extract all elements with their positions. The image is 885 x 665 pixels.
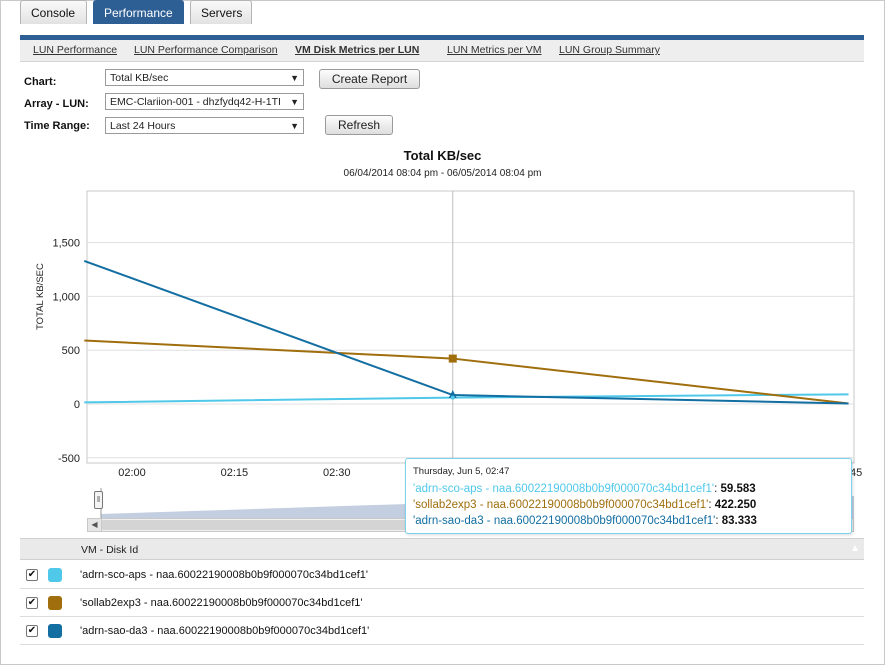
navigator-handle[interactable]: ‖	[94, 491, 103, 509]
legend-grid-header: VM - Disk Id ▲	[20, 538, 864, 560]
tooltip-row: 'adrn-sao-da3 - naa.60022190008b0b9f0000…	[413, 515, 757, 527]
checkmark-icon: ✔	[27, 569, 37, 580]
series-label: 'adrn-sao-da3 - naa.60022190008b0b9f0000…	[80, 625, 370, 637]
y-tick-label: -500	[58, 453, 80, 465]
series-color-swatch	[48, 596, 62, 610]
x-tick-label: 02:15	[221, 467, 249, 479]
grip-icon: ‖	[96, 495, 101, 504]
series-label: 'adrn-sco-aps - naa.60022190008b0b9f0000…	[80, 569, 368, 581]
x-tick-label: 02:00	[118, 467, 146, 479]
tooltip-header: Thursday, Jun 5, 02:47	[413, 466, 510, 477]
series-marker-point	[450, 395, 455, 400]
chart-tooltip: Thursday, Jun 5, 02:47 'adrn-sco-aps - n…	[405, 458, 852, 534]
series-checkbox[interactable]: ✔	[26, 625, 38, 637]
y-tick-label: 1,500	[52, 238, 80, 250]
x-tick-label: 02:30	[323, 467, 351, 479]
column-header-vm-disk-id[interactable]: VM - Disk Id	[81, 544, 138, 556]
series-color-swatch	[48, 624, 62, 638]
legend-row[interactable]: ✔ 'sollab2exp3 - naa.60022190008b0b9f000…	[20, 589, 864, 617]
tooltip-series-name: 'adrn-sao-da3 - naa.60022190008b0b9f0000…	[413, 515, 716, 527]
series-label: 'sollab2exp3 - naa.60022190008b0b9f00007…	[80, 597, 363, 609]
y-tick-label: 500	[62, 345, 80, 357]
legend-row[interactable]: ✔ 'adrn-sco-aps - naa.60022190008b0b9f00…	[20, 561, 864, 589]
tooltip-series-value: 83.333	[721, 515, 757, 527]
tooltip-series-value: 422.250	[714, 499, 757, 511]
tooltip-row: 'adrn-sco-aps - naa.60022190008b0b9f0000…	[413, 483, 756, 495]
legend-row[interactable]: ✔ 'adrn-sao-da3 - naa.60022190008b0b9f00…	[20, 617, 864, 645]
series-marker-square	[448, 354, 457, 363]
plot-area	[86, 190, 855, 464]
triangle-up-icon[interactable]: ▲	[850, 543, 860, 554]
tooltip-series-name: 'sollab2exp3 - naa.60022190008b0b9f00007…	[413, 499, 709, 511]
series-checkbox[interactable]: ✔	[26, 597, 38, 609]
checkmark-icon: ✔	[27, 625, 37, 636]
y-tick-label: 1,000	[52, 291, 80, 303]
y-tick-label: 0	[74, 399, 80, 411]
tooltip-series-name: 'adrn-sco-aps - naa.60022190008b0b9f0000…	[413, 483, 715, 495]
tooltip-row: 'sollab2exp3 - naa.60022190008b0b9f00007…	[413, 499, 757, 511]
tooltip-series-value: 59.583	[720, 483, 756, 495]
series-checkbox[interactable]: ✔	[26, 569, 38, 581]
checkmark-icon: ✔	[27, 597, 37, 608]
arrow-left-icon[interactable]: ◀	[88, 519, 102, 531]
series-color-swatch	[48, 568, 62, 582]
